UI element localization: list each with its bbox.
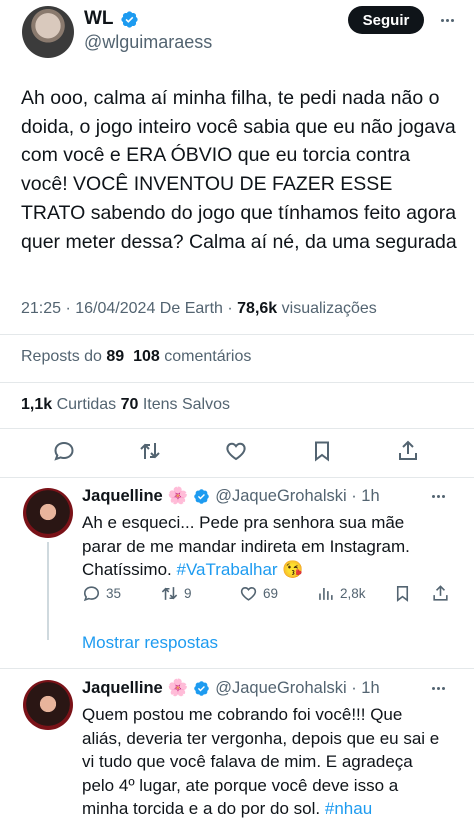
reply-icon: [83, 586, 100, 602]
reply-more-icon[interactable]: [432, 679, 445, 697]
hashtag-link[interactable]: #VaTrabalhar: [176, 560, 277, 579]
views-label: visualizações: [277, 300, 377, 317]
divider: [0, 428, 474, 429]
bookmark-icon[interactable]: [307, 436, 337, 466]
like-icon[interactable]: [221, 436, 251, 466]
views-chart-icon: [319, 587, 333, 600]
reply-action-bar: 35 9 69 2,8k: [0, 584, 474, 608]
reply-author-name[interactable]: Jaquelline: [82, 679, 163, 698]
kiss-emoji: 😘: [282, 560, 304, 579]
reposts-stat[interactable]: Reposts do 89 108 comentários: [21, 348, 251, 366]
follow-button[interactable]: Seguir: [348, 6, 424, 34]
reply-author-handle[interactable]: @JaqueGrohalski · 1h: [215, 487, 379, 506]
repost-icon: [161, 587, 178, 600]
divider: [0, 334, 474, 335]
reply-repost-button[interactable]: 9: [160, 584, 192, 603]
reply-bookmark-icon[interactable]: [393, 584, 412, 603]
reply-icon[interactable]: [49, 436, 79, 466]
flower-emoji: 🌸: [167, 679, 189, 697]
hashtag-link[interactable]: #nhau: [325, 799, 372, 818]
reply-reply-button[interactable]: 35: [82, 584, 121, 603]
repost-icon[interactable]: [135, 436, 165, 466]
tweet-text: Ah ooo, calma aí minha filha, te pedi na…: [21, 87, 457, 253]
divider: [0, 477, 474, 478]
reply-like-button[interactable]: 69: [239, 584, 278, 603]
reply-share-icon[interactable]: [431, 584, 450, 603]
views-count: 78,6k: [237, 300, 278, 317]
reply-views-button[interactable]: 2,8k: [316, 584, 366, 603]
verified-badge-icon: [120, 10, 138, 28]
flower-emoji: 🌸: [167, 487, 189, 505]
tweet-time[interactable]: 21:25 · 16/04/2024: [21, 300, 155, 317]
verified-badge-icon: [194, 681, 210, 696]
tweet-action-bar: [0, 436, 474, 470]
tweet-source: De Earth ·: [155, 300, 238, 317]
author-name[interactable]: WL: [84, 8, 114, 30]
divider: [0, 668, 474, 669]
like-icon: [240, 587, 257, 601]
reply-more-icon[interactable]: [432, 487, 445, 505]
reply-text: Ah e esqueci... Pede pra senhora sua mãe…: [82, 513, 410, 579]
reply-author-handle[interactable]: @JaqueGrohalski · 1h: [215, 679, 379, 698]
author-avatar[interactable]: [22, 6, 74, 58]
reply-header: Jaquelline 🌸 @JaqueGrohalski · 1h: [82, 487, 380, 506]
likes-stat[interactable]: 1,1k Curtidas 70 Itens Salvos: [21, 396, 230, 414]
reply-avatar[interactable]: [23, 680, 73, 730]
author-handle[interactable]: @wlguimaraess: [84, 32, 212, 53]
reply-text: Quem postou me cobrando foi você!!! Que …: [82, 705, 440, 818]
reply-author-name[interactable]: Jaquelline: [82, 487, 163, 506]
more-options-icon[interactable]: [432, 6, 462, 34]
divider: [0, 382, 474, 383]
tweet-meta: 21:25 · 16/04/2024 De Earth · 78,6k visu…: [21, 300, 377, 318]
author-name-row[interactable]: WL: [84, 8, 139, 30]
reply-header: Jaquelline 🌸 @JaqueGrohalski · 1h: [82, 679, 380, 698]
verified-badge-icon: [194, 489, 210, 504]
reply-avatar[interactable]: [23, 488, 73, 538]
show-replies-link[interactable]: Mostrar respostas: [82, 633, 218, 653]
share-icon[interactable]: [393, 436, 423, 466]
